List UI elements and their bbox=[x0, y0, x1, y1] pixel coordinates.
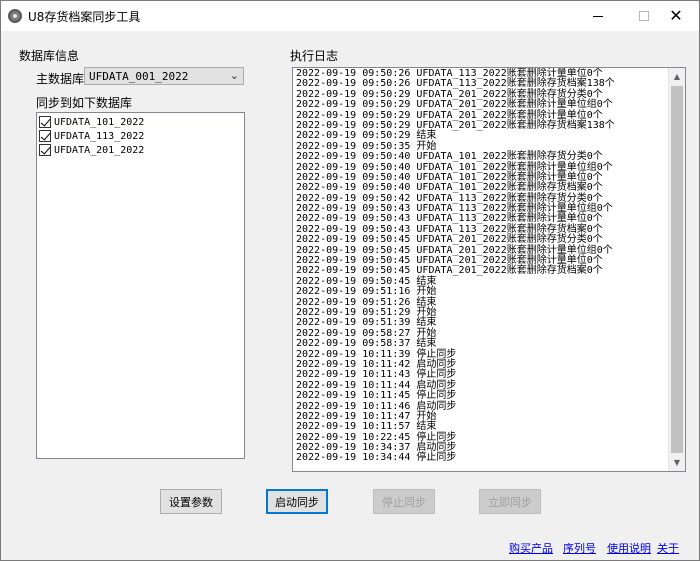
target-db-item[interactable]: UFDATA_201_2022 bbox=[39, 143, 144, 157]
log-line: 2022-09-19 09:58:37 结束 bbox=[296, 338, 437, 350]
app-gear-icon bbox=[8, 9, 22, 23]
scroll-up-icon[interactable]: ▲ bbox=[669, 68, 685, 85]
settings-button[interactable]: 设置参数 bbox=[160, 489, 222, 514]
main-db-select[interactable]: UFDATA_001_2022 ⌄ bbox=[84, 67, 244, 85]
serial-link[interactable]: 序列号 bbox=[563, 540, 596, 556]
title-bar: U8存货档案同步工具 ✕ bbox=[1, 1, 699, 31]
target-db-list: UFDATA_101_2022 UFDATA_113_2022 UFDATA_2… bbox=[36, 112, 245, 459]
target-db-item[interactable]: UFDATA_113_2022 bbox=[39, 129, 144, 143]
start-sync-button[interactable]: 启动同步 bbox=[266, 489, 328, 514]
sync-now-button[interactable]: 立即同步 bbox=[479, 489, 541, 514]
target-db-name: UFDATA_113_2022 bbox=[54, 130, 145, 142]
help-link[interactable]: 使用说明 bbox=[607, 540, 651, 556]
sync-target-label: 同步到如下数据库 bbox=[36, 96, 133, 110]
close-button[interactable]: ✕ bbox=[653, 1, 699, 31]
buy-link[interactable]: 购买产品 bbox=[509, 540, 553, 556]
minimize-button[interactable] bbox=[575, 1, 621, 31]
main-db-select-value: UFDATA_001_2022 bbox=[89, 70, 189, 83]
target-db-item[interactable]: UFDATA_101_2022 bbox=[39, 115, 144, 129]
target-db-name: UFDATA_201_2022 bbox=[54, 144, 145, 156]
window-title: U8存货档案同步工具 bbox=[28, 10, 141, 24]
target-db-checkbox[interactable] bbox=[39, 130, 51, 142]
close-icon: ✕ bbox=[669, 6, 683, 25]
target-db-name: UFDATA_101_2022 bbox=[54, 116, 145, 128]
db-info-group-label: 数据库信息 bbox=[19, 49, 80, 63]
log-scrollbar[interactable]: ▲ ▼ bbox=[668, 68, 685, 471]
log-line: 2022-09-19 10:11:45 停止同步 bbox=[296, 390, 457, 402]
about-link[interactable]: 关于 bbox=[657, 540, 679, 556]
log-line: 2022-09-19 10:34:44 停止同步 bbox=[296, 452, 457, 464]
log-lines: 2022-09-19 09:50:26 UFDATA_113_2022账套删除计… bbox=[296, 68, 665, 464]
chevron-down-icon: ⌄ bbox=[229, 69, 239, 82]
scroll-down-icon[interactable]: ▼ bbox=[669, 454, 685, 471]
target-db-checkbox[interactable] bbox=[39, 144, 51, 156]
main-db-label: 主数据库 bbox=[36, 72, 85, 86]
log-textbox[interactable]: 2022-09-19 09:50:26 UFDATA_113_2022账套删除计… bbox=[292, 67, 686, 472]
log-label: 执行日志 bbox=[290, 49, 339, 63]
scroll-thumb[interactable] bbox=[671, 86, 683, 453]
maximize-icon bbox=[639, 11, 649, 21]
main-window: U8存货档案同步工具 ✕ 数据库信息 主数据库 UFDATA_001_2022 … bbox=[0, 0, 700, 561]
minimize-icon bbox=[593, 15, 603, 17]
log-line: 2022-09-19 09:50:40 UFDATA_101_2022账套删除存… bbox=[296, 151, 603, 163]
log-line: 2022-09-19 09:50:29 UFDATA_201_2022账套删除计… bbox=[296, 99, 613, 111]
target-db-checkbox[interactable] bbox=[39, 116, 51, 128]
stop-sync-button[interactable]: 停止同步 bbox=[373, 489, 435, 514]
